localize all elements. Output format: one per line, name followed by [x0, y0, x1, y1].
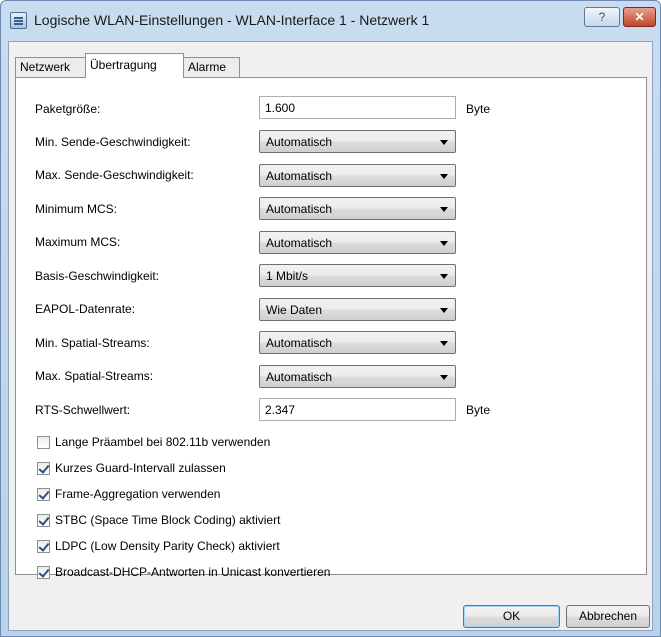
cancel-button[interactable]: Abbrechen: [566, 605, 650, 628]
max-send-rate-value: Automatisch: [266, 169, 333, 183]
dropdown-arrow-icon: [440, 308, 448, 313]
max-spatial-streams-value: Automatisch: [266, 370, 333, 384]
ldpc-label: LDPC (Low Density Parity Check) aktivier…: [55, 539, 280, 553]
dropdown-arrow-icon: [440, 241, 448, 246]
dropdown-arrow-icon: [440, 174, 448, 179]
tab-uebertragung[interactable]: Übertragung: [85, 53, 184, 78]
dropdown-arrow-icon: [440, 140, 448, 145]
min-send-rate-select[interactable]: Automatisch: [259, 130, 456, 153]
min-spatial-streams-select[interactable]: Automatisch: [259, 331, 456, 354]
short-guard-interval-label: Kurzes Guard-Intervall zulassen: [55, 461, 226, 475]
rts-threshold-unit: Byte: [466, 403, 491, 417]
min-mcs-value: Automatisch: [266, 202, 333, 216]
min-send-rate-value: Automatisch: [266, 135, 333, 149]
dialog-window: Logische WLAN-Einstellungen - WLAN-Inter…: [0, 0, 661, 637]
max-mcs-label: Maximum MCS:: [35, 235, 121, 249]
min-send-rate-label: Min. Sende-Geschwindigkeit:: [35, 135, 191, 149]
rts-threshold-label: RTS-Schwellwert:: [35, 403, 131, 417]
eapol-rate-select[interactable]: Wie Daten: [259, 298, 456, 321]
min-spatial-streams-label: Min. Spatial-Streams:: [35, 336, 150, 350]
dropdown-arrow-icon: [440, 375, 448, 380]
eapol-rate-label: EAPOL-Datenrate:: [35, 302, 136, 316]
dropdown-arrow-icon: [440, 274, 448, 279]
ok-button[interactable]: OK: [463, 605, 560, 628]
dialog-client-area: Netzwerk Übertragung Alarme Paketgröße: …: [8, 41, 653, 631]
min-mcs-select[interactable]: Automatisch: [259, 197, 456, 220]
dropdown-arrow-icon: [440, 207, 448, 212]
close-button[interactable]: ✕: [623, 7, 656, 27]
packet-size-input[interactable]: [259, 96, 456, 119]
broadcast-dhcp-label: Broadcast-DHCP-Antworten in Unicast konv…: [55, 565, 331, 579]
frame-aggregation-label: Frame-Aggregation verwenden: [55, 487, 221, 501]
long-preamble-checkbox[interactable]: [37, 436, 50, 449]
max-send-rate-select[interactable]: Automatisch: [259, 164, 456, 187]
max-mcs-value: Automatisch: [266, 236, 333, 250]
window-app-icon: [10, 12, 27, 29]
tab-panel-uebertragung: Paketgröße: Byte Min. Sende-Geschwindigk…: [15, 77, 647, 579]
rts-threshold-input[interactable]: [259, 398, 456, 421]
tab-alarme[interactable]: Alarme: [183, 57, 240, 77]
window-title: Logische WLAN-Einstellungen - WLAN-Inter…: [34, 12, 430, 28]
dropdown-arrow-icon: [440, 341, 448, 346]
base-rate-value: 1 Mbit/s: [266, 269, 309, 283]
tab-netzwerk[interactable]: Netzwerk: [15, 57, 86, 77]
broadcast-dhcp-checkbox[interactable]: [37, 566, 50, 579]
min-spatial-streams-value: Automatisch: [266, 336, 333, 350]
base-rate-label: Basis-Geschwindigkeit:: [35, 269, 160, 283]
stbc-checkbox[interactable]: [37, 514, 50, 527]
max-spatial-streams-label: Max. Spatial-Streams:: [35, 369, 154, 383]
frame-aggregation-checkbox[interactable]: [37, 488, 50, 501]
packet-size-label: Paketgröße:: [35, 102, 101, 116]
max-mcs-select[interactable]: Automatisch: [259, 231, 456, 254]
stbc-label: STBC (Space Time Block Coding) aktiviert: [55, 513, 281, 527]
max-spatial-streams-select[interactable]: Automatisch: [259, 365, 456, 388]
help-button[interactable]: ?: [584, 7, 620, 27]
short-guard-interval-checkbox[interactable]: [37, 462, 50, 475]
max-send-rate-label: Max. Sende-Geschwindigkeit:: [35, 168, 194, 182]
ldpc-checkbox[interactable]: [37, 540, 50, 553]
packet-size-unit: Byte: [466, 102, 491, 116]
long-preamble-label: Lange Präambel bei 802.11b verwenden: [55, 435, 271, 449]
title-bar[interactable]: Logische WLAN-Einstellungen - WLAN-Inter…: [1, 1, 660, 41]
min-mcs-label: Minimum MCS:: [35, 202, 118, 216]
eapol-rate-value: Wie Daten: [266, 303, 323, 317]
base-rate-select[interactable]: 1 Mbit/s: [259, 264, 456, 287]
